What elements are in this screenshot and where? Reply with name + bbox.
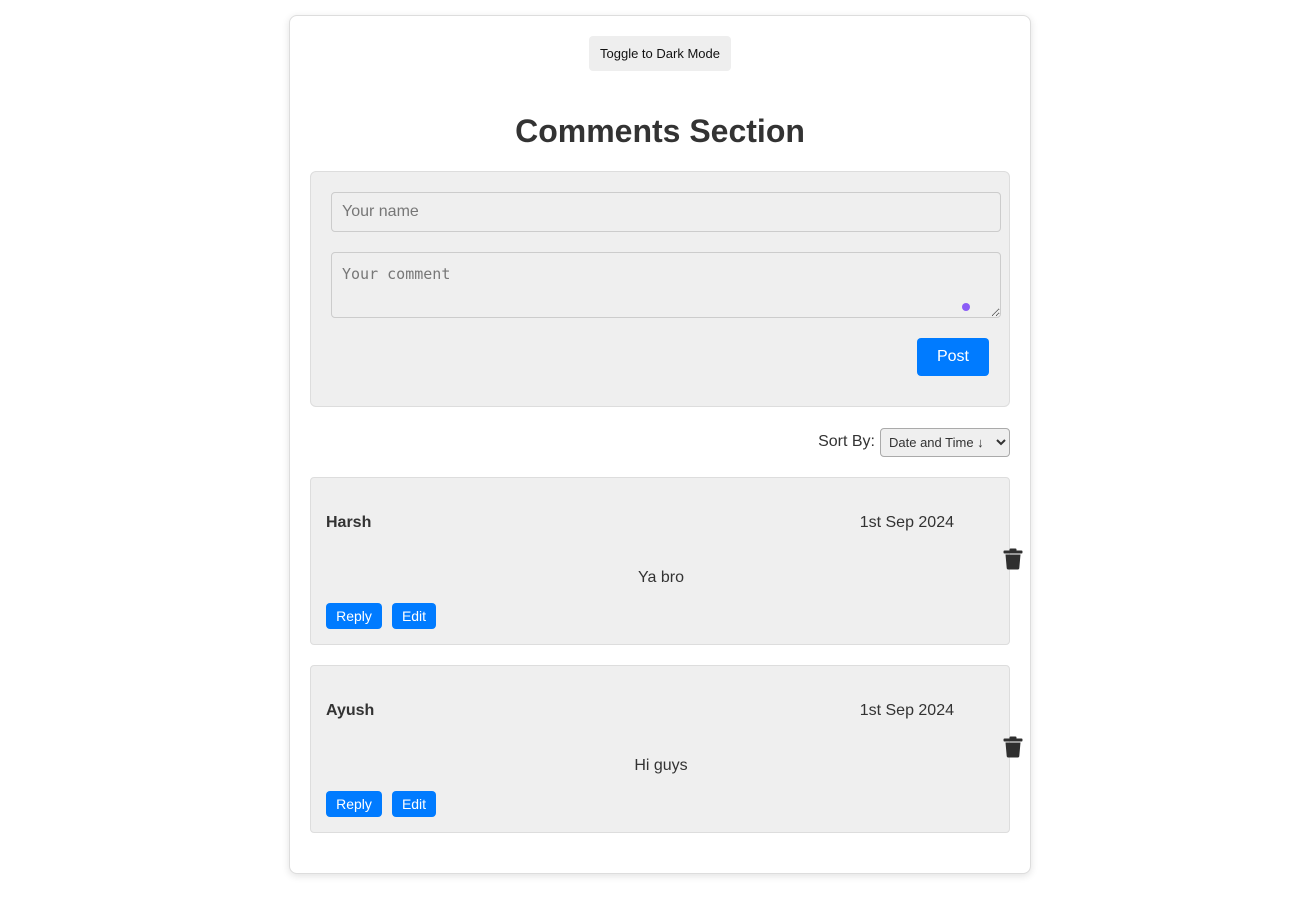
page-title: Comments Section [515, 113, 805, 149]
reply-button[interactable]: Reply [326, 791, 382, 817]
comments-container: Toggle to Dark Mode Comments Section Pos… [289, 15, 1031, 874]
post-button[interactable]: Post [917, 338, 989, 376]
comment-item: Ayush 1st Sep 2024 Hi guys Reply Edit [310, 665, 1023, 833]
comment-author: Ayush [326, 702, 375, 719]
sort-label: Sort By: [818, 433, 875, 450]
sort-select[interactable]: Date and Time ↓ [880, 427, 1010, 457]
sort-controls: Sort By: Date and Time ↓ [310, 427, 1010, 457]
trash-icon[interactable] [1003, 736, 1023, 758]
toggle-dark-mode-button[interactable]: Toggle to Dark Mode [589, 36, 731, 71]
comment-form: Post [310, 171, 1010, 407]
trash-icon[interactable] [1003, 548, 1023, 570]
comment-text: Hi guys [634, 757, 688, 774]
comment-text: Ya bro [638, 569, 684, 586]
name-input[interactable] [331, 192, 1001, 232]
comment-date: 1st Sep 2024 [859, 702, 954, 719]
edit-button[interactable]: Edit [392, 791, 436, 817]
edit-button[interactable]: Edit [392, 603, 436, 629]
reply-button[interactable]: Reply [326, 603, 382, 629]
grammar-extension-dot-icon[interactable] [962, 303, 970, 311]
comment-input[interactable] [331, 252, 1001, 318]
comment-author: Harsh [326, 514, 372, 531]
comment-item: Harsh 1st Sep 2024 Ya bro Reply Edit [310, 477, 1023, 645]
comment-date: 1st Sep 2024 [859, 514, 954, 531]
